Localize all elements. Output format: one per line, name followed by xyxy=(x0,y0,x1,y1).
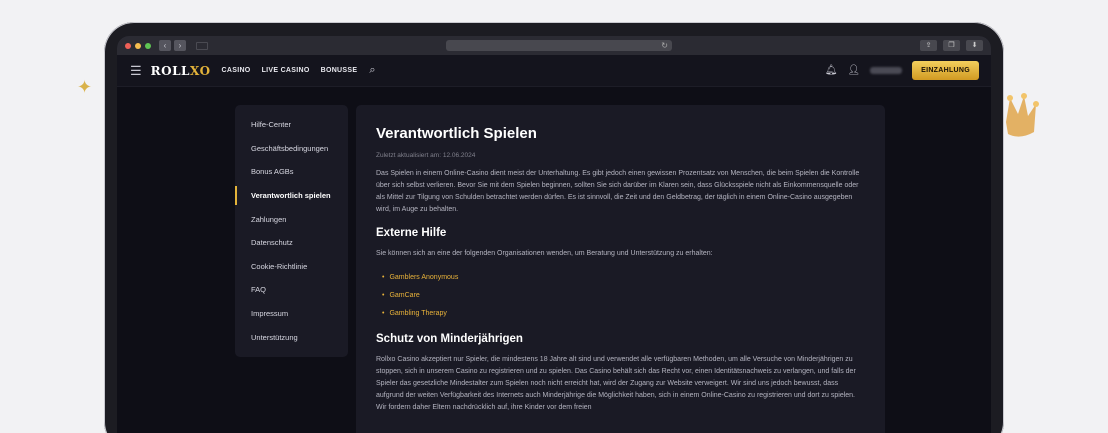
sidebar-item-cookie-richtlinie[interactable]: Cookie-Richtlinie xyxy=(235,255,348,279)
nav-live-casino[interactable]: LIVE CASINO xyxy=(262,67,310,74)
site-logo[interactable]: ROLLXO xyxy=(151,64,211,78)
browser-toolbar: ‹ › ↻ ⇪ ❐ ⬇ xyxy=(117,36,991,55)
sidebar-toggle-icon[interactable] xyxy=(196,41,208,50)
sidebar-item-datenschutz[interactable]: Datenschutz xyxy=(235,231,348,255)
sidebar-item-faq[interactable]: FAQ xyxy=(235,278,348,302)
nav-bonusse[interactable]: BONUSSE xyxy=(321,67,358,74)
link-text[interactable]: GamCare xyxy=(389,292,419,299)
sidebar-item-hilfe-center[interactable]: Hilfe-Center xyxy=(235,113,348,137)
reload-icon[interactable]: ↻ xyxy=(661,40,668,51)
intro-paragraph: Das Spielen in einem Online-Casino dient… xyxy=(376,170,860,213)
tabs-icon[interactable]: ❐ xyxy=(943,40,960,51)
sidebar-item-verantwortlich-spielen[interactable]: Verantwortlich spielen xyxy=(235,184,348,208)
minimize-dot[interactable] xyxy=(135,42,141,49)
article-panel: Verantwortlich Spielen Zuletzt aktualisi… xyxy=(356,105,885,433)
main-nav: CASINO LIVE CASINO BONUSSE xyxy=(222,67,358,74)
bullet-icon: • xyxy=(382,291,385,299)
deposit-button[interactable]: EINZAHLUNG xyxy=(912,61,979,80)
hamburger-icon[interactable]: ☰ xyxy=(130,63,142,79)
help-sidebar: Hilfe-Center Geschäftsbedingungen Bonus … xyxy=(235,105,348,357)
external-help-heading: Externe Hilfe xyxy=(376,227,447,239)
minors-paragraph: Rollxo Casino akzeptiert nur Spieler, di… xyxy=(376,356,856,411)
sidebar-item-geschaeftsbedingungen[interactable]: Geschäftsbedingungen xyxy=(235,137,348,161)
page-content: Hilfe-Center Geschäftsbedingungen Bonus … xyxy=(235,105,885,433)
logo-accent: XO xyxy=(189,63,211,78)
link-gamblers-anonymous[interactable]: • Gamblers Anonymous xyxy=(376,268,865,286)
last-updated: Zuletzt aktualisiert am: 12.06.2024 xyxy=(376,152,476,159)
link-text[interactable]: Gamblers Anonymous xyxy=(389,274,458,281)
minors-heading: Schutz von Minderjährigen xyxy=(376,333,523,345)
link-text[interactable]: Gambling Therapy xyxy=(389,310,446,317)
organization-list: • Gamblers Anonymous • GamCare • Gambling T… xyxy=(376,268,865,322)
laptop-frame: ‹ › ↻ ⇪ ❐ ⬇ ☰ ROLLXO CASINO LIVE CASINO … xyxy=(104,22,1004,433)
sidebar-item-bonus-agbs[interactable]: Bonus AGBs xyxy=(235,160,348,184)
external-help-text: Sie können sich an eine der folgenden Or… xyxy=(376,250,713,257)
crown-icon xyxy=(1006,93,1039,137)
share-icon[interactable]: ⇪ xyxy=(920,40,937,51)
address-bar[interactable]: ↻ xyxy=(446,40,672,51)
page-title: Verantwortlich Spielen xyxy=(376,125,537,142)
back-button[interactable]: ‹ xyxy=(159,40,171,51)
sidebar-item-unterstuetzung[interactable]: Unterstützung xyxy=(235,325,348,349)
close-dot[interactable] xyxy=(125,42,131,49)
bell-icon[interactable]: 🔔︎ xyxy=(825,65,838,76)
bullet-icon: • xyxy=(382,273,385,281)
user-icon[interactable]: 👤︎ xyxy=(847,65,860,76)
link-gamcare[interactable]: • GamCare xyxy=(376,286,865,304)
forward-button[interactable]: › xyxy=(174,40,186,51)
sparkle-icon: ✦ xyxy=(77,77,93,97)
nav-casino[interactable]: CASINO xyxy=(222,67,251,74)
search-icon[interactable]: ⌕ xyxy=(369,64,375,77)
bullet-icon: • xyxy=(382,309,385,317)
username-blurred xyxy=(870,67,903,74)
site-header: ☰ ROLLXO CASINO LIVE CASINO BONUSSE ⌕ 🔔︎… xyxy=(117,55,991,87)
sidebar-item-zahlungen[interactable]: Zahlungen xyxy=(235,207,348,231)
link-gambling-therapy[interactable]: • Gambling Therapy xyxy=(376,304,865,322)
maximize-dot[interactable] xyxy=(145,42,151,49)
sidebar-item-impressum[interactable]: Impressum xyxy=(235,302,348,326)
logo-text: ROLL xyxy=(150,63,190,78)
window-controls xyxy=(125,42,151,49)
download-icon[interactable]: ⬇ xyxy=(966,40,983,51)
screen: ‹ › ↻ ⇪ ❐ ⬇ ☰ ROLLXO CASINO LIVE CASINO … xyxy=(117,36,991,433)
